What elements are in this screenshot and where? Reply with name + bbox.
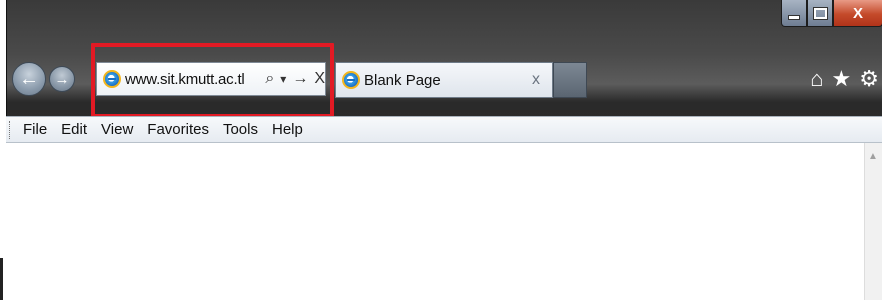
ie-tab-icon [342,71,360,89]
back-button[interactable]: ← [12,62,46,96]
menu-help[interactable]: Help [272,121,303,138]
page-content[interactable] [6,143,864,300]
home-icon[interactable]: ⌂ [810,66,823,92]
menu-bar: File Edit View Favorites Tools Help [6,116,882,143]
forward-button[interactable]: → [49,66,75,92]
favorites-star-icon[interactable]: ★ [832,66,852,92]
menu-edit[interactable]: Edit [61,121,87,138]
close-button[interactable]: X [833,0,882,27]
new-tab-button[interactable] [553,62,587,98]
tools-gear-icon[interactable]: ⚙ [859,66,879,92]
address-bar-highlight [91,43,334,118]
menu-tools[interactable]: Tools [223,121,258,138]
command-icons: ⌂ ★ ⚙ [810,66,879,92]
minimize-button[interactable] [781,0,807,27]
scroll-up-icon[interactable]: ▲ [868,151,878,162]
forward-arrow-icon: → [54,70,70,88]
vertical-scrollbar[interactable]: ▲ [864,143,882,300]
left-edge-bar [0,258,3,300]
menu-file[interactable]: File [23,121,47,138]
menu-favorites[interactable]: Favorites [147,121,209,138]
caption-buttons: X [781,0,882,27]
menu-view[interactable]: View [101,121,133,138]
maximize-button[interactable] [807,0,833,27]
minimize-icon [788,14,800,20]
close-icon: X [852,4,863,22]
back-arrow-icon: ← [19,67,39,90]
maximize-icon [812,6,828,20]
menu-grip [9,120,13,139]
tab-blank-page[interactable]: Blank Page x [335,62,553,98]
tab-close-icon[interactable]: x [532,71,540,89]
tab-label: Blank Page [364,71,441,89]
